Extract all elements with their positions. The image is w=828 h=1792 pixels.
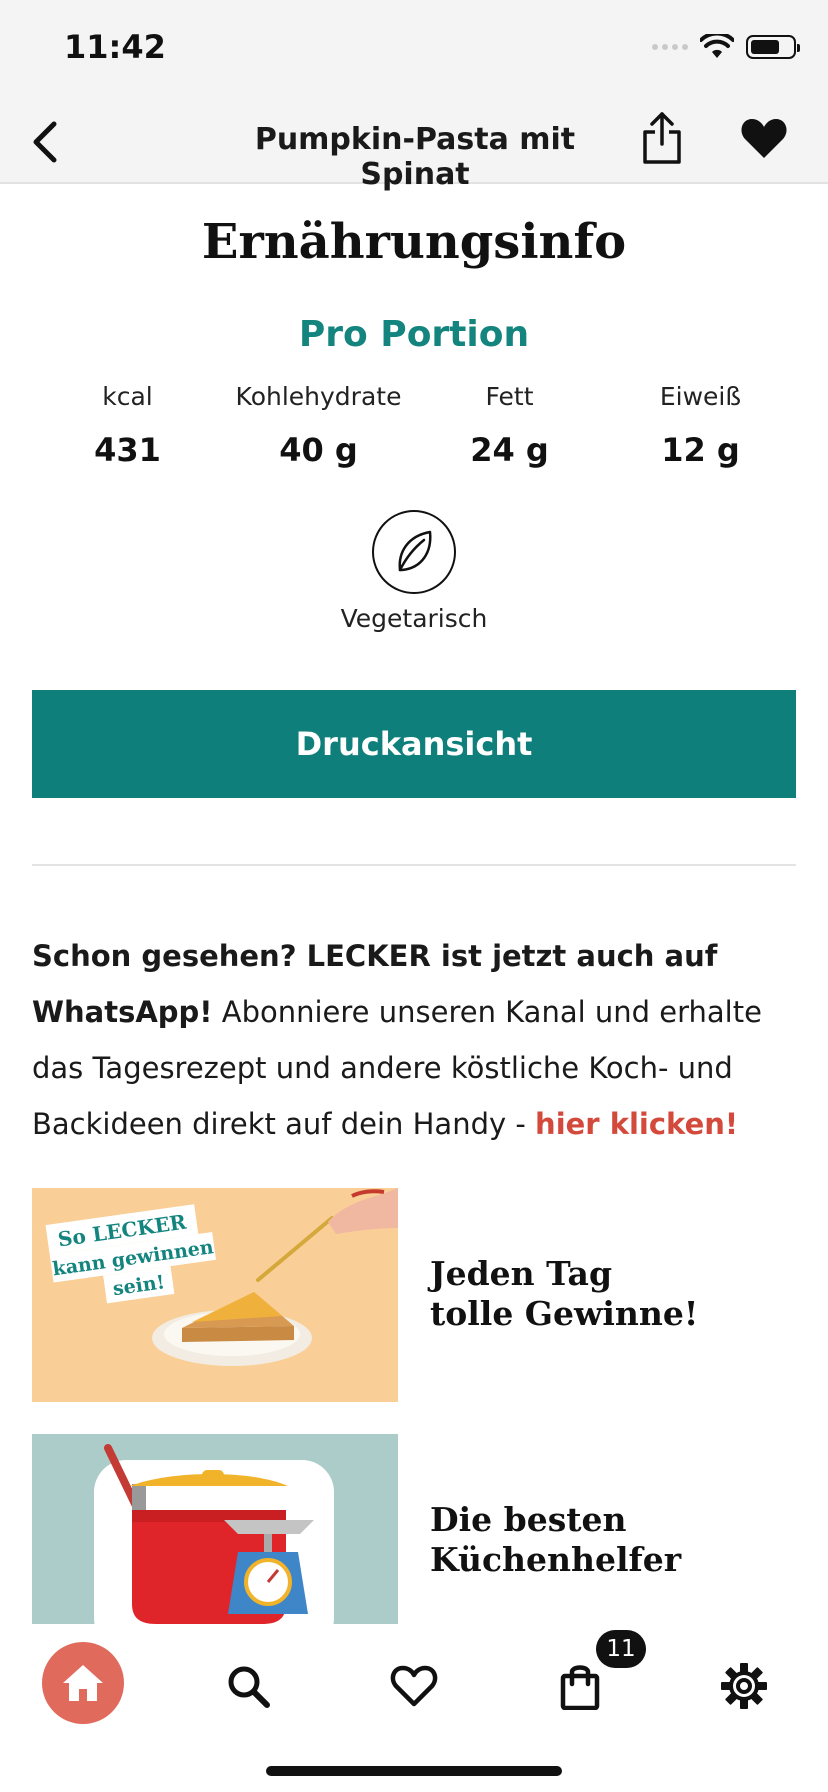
nutrition-value: 24 g	[470, 431, 549, 469]
nutrition-label: Fett	[485, 382, 534, 411]
gewinne-image: So LECKER kann gewinnen sein!	[32, 1188, 398, 1402]
whatsapp-promo: Schon gesehen? LECKER ist jetzt auch auf…	[32, 928, 802, 1152]
status-icons	[652, 34, 800, 60]
back-button[interactable]	[20, 118, 68, 166]
home-indicator	[266, 1766, 562, 1776]
nutrition-table: kcal 431 Kohlehydrate 40 g Fett 24 g Eiw…	[32, 382, 796, 469]
nutrition-item: Kohlehydrate 40 g	[223, 382, 414, 469]
nutrition-label: Kohlehydrate	[235, 382, 402, 411]
status-bar: 11:42	[0, 0, 828, 100]
battery-icon	[746, 35, 800, 59]
tab-favorites[interactable]	[372, 1644, 456, 1728]
print-view-button[interactable]: Druckansicht	[32, 690, 796, 798]
share-button[interactable]	[636, 108, 688, 168]
nutrition-value: 431	[94, 431, 161, 469]
card-title-line: Küchenhelfer	[430, 1540, 682, 1579]
nutrition-value: 12 g	[661, 431, 740, 469]
nutrition-label: Eiweiß	[659, 382, 742, 411]
nav-bar: Pumpkin-Pasta mit Spinat	[0, 100, 828, 192]
heart-filled-icon	[741, 119, 787, 158]
card-title-line: Die besten	[430, 1500, 627, 1539]
nutrition-subtitle: Pro Portion	[298, 314, 530, 355]
card-title-line: Jeden Tag	[430, 1254, 613, 1293]
promo-link[interactable]: hier klicken!	[535, 1107, 738, 1141]
home-icon	[63, 1665, 103, 1701]
nutrition-value: 40 g	[279, 431, 358, 469]
heart-icon	[390, 1665, 438, 1707]
card-title: Jeden Tag tolle Gewinne!	[430, 1254, 790, 1334]
tab-settings[interactable]	[702, 1644, 786, 1728]
favorite-button[interactable]	[738, 112, 790, 164]
leaf-icon	[398, 530, 432, 572]
bag-icon	[560, 1665, 600, 1710]
search-icon	[228, 1666, 270, 1708]
card-title-line: tolle Gewinne!	[430, 1294, 699, 1333]
nutrition-item: Fett 24 g	[414, 382, 605, 469]
diet-label: Vegetarisch	[340, 604, 488, 633]
gear-icon	[721, 1663, 767, 1709]
vegetarian-icon	[372, 510, 456, 594]
page-title: Pumpkin-Pasta mit Spinat	[254, 122, 576, 192]
nutrition-item: kcal 431	[32, 382, 223, 469]
share-icon	[643, 112, 681, 164]
nutrition-title: Ernährungsinfo	[201, 214, 627, 270]
divider	[32, 864, 796, 866]
promo-card-kuechenhelfer[interactable]: Die besten Küchenhelfer	[32, 1434, 796, 1624]
tab-search[interactable]	[206, 1644, 290, 1728]
nutrition-item: Eiweiß 12 g	[605, 382, 796, 469]
card-title: Die besten Küchenhelfer	[430, 1500, 790, 1580]
kuechenhelfer-image	[32, 1434, 398, 1624]
tab-home[interactable]	[42, 1642, 124, 1724]
promo-card-gewinne[interactable]: So LECKER kann gewinnen sein! Jeden Tag …	[32, 1188, 796, 1402]
signal-icon	[652, 44, 688, 50]
chevron-left-icon	[33, 121, 57, 163]
nutrition-label: kcal	[102, 382, 153, 411]
status-time: 11:42	[64, 28, 166, 66]
wifi-icon	[700, 34, 734, 58]
cart-count-badge: 11	[596, 1630, 646, 1668]
